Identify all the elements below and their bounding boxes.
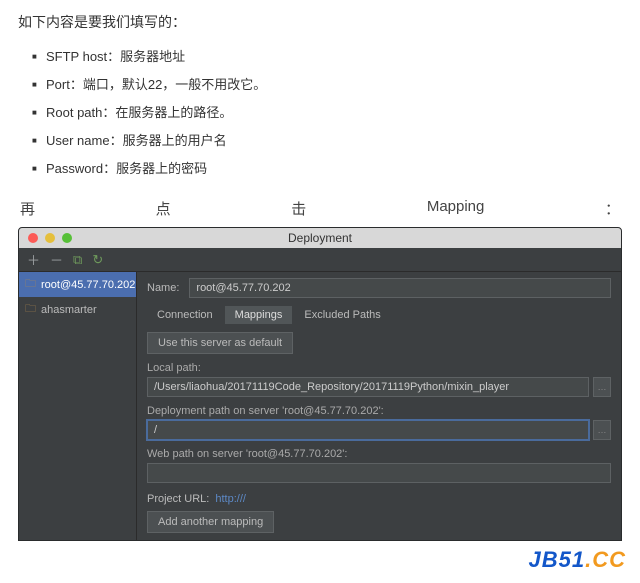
browse-icon[interactable]: … <box>593 420 611 440</box>
add-icon[interactable]: ＋ <box>27 250 40 269</box>
server-icon: 🗀 <box>25 300 36 319</box>
window-title: Deployment <box>19 231 621 245</box>
deploy-path-label: Deployment path on server 'root@45.77.70… <box>147 405 611 417</box>
list-item: User name：服务器上的用户名 <box>32 130 622 152</box>
copy-icon[interactable]: ⧉ <box>73 252 82 268</box>
main-panel: Name: Connection Mappings Excluded Paths… <box>137 272 621 540</box>
watermark: JB51.CC <box>0 541 640 583</box>
field-list: SFTP host：服务器地址 Port：端口，默认22，一般不用改它。 Roo… <box>18 46 622 180</box>
minimize-icon[interactable] <box>45 233 55 243</box>
remove-icon[interactable]: － <box>50 250 63 269</box>
deploy-path-input[interactable] <box>147 420 589 440</box>
window-titlebar: Deployment <box>19 228 621 248</box>
spread-text: 再 点 击 Mapping ： <box>18 198 622 219</box>
local-path-label: Local path: <box>147 362 611 374</box>
list-item: Password：服务器上的密码 <box>32 158 622 180</box>
sidebar-item-label: root@45.77.70.202 <box>41 279 135 291</box>
name-input[interactable] <box>189 278 611 298</box>
web-path-label: Web path on server 'root@45.77.70.202': <box>147 448 611 460</box>
server-icon: 🗀 <box>25 275 36 294</box>
tab-mappings[interactable]: Mappings <box>225 306 293 324</box>
browse-icon[interactable]: … <box>593 377 611 397</box>
tab-connection[interactable]: Connection <box>147 306 223 324</box>
add-mapping-button[interactable]: Add another mapping <box>147 511 274 533</box>
intro-text: 如下内容是要我们填写的： <box>18 12 622 32</box>
list-item: Root path：在服务器上的路径。 <box>32 102 622 124</box>
list-item: SFTP host：服务器地址 <box>32 46 622 68</box>
close-icon[interactable] <box>28 233 38 243</box>
server-list: 🗀 root@45.77.70.202 🗀 ahasmarter <box>19 272 137 540</box>
list-item: Port：端口，默认22，一般不用改它。 <box>32 74 622 96</box>
deployment-window: Deployment ＋ － ⧉ ↻ 🗀 root@45.77.70.202 🗀… <box>18 227 622 541</box>
toolbar: ＋ － ⧉ ↻ <box>19 248 621 272</box>
sidebar-item-label: ahasmarter <box>41 304 97 316</box>
sidebar-item-root[interactable]: 🗀 root@45.77.70.202 <box>19 272 136 297</box>
web-path-input[interactable] <box>147 463 611 483</box>
tab-excluded-paths[interactable]: Excluded Paths <box>294 306 390 324</box>
zoom-icon[interactable] <box>62 233 72 243</box>
refresh-icon[interactable]: ↻ <box>92 252 103 268</box>
tab-bar: Connection Mappings Excluded Paths <box>147 306 611 324</box>
name-label: Name: <box>147 282 179 294</box>
local-path-input[interactable] <box>147 377 589 397</box>
project-url-link[interactable]: http:/// <box>215 493 246 505</box>
project-url-label: Project URL: <box>147 493 209 505</box>
sidebar-item-ahasmarter[interactable]: 🗀 ahasmarter <box>19 297 136 322</box>
use-default-button[interactable]: Use this server as default <box>147 332 293 354</box>
